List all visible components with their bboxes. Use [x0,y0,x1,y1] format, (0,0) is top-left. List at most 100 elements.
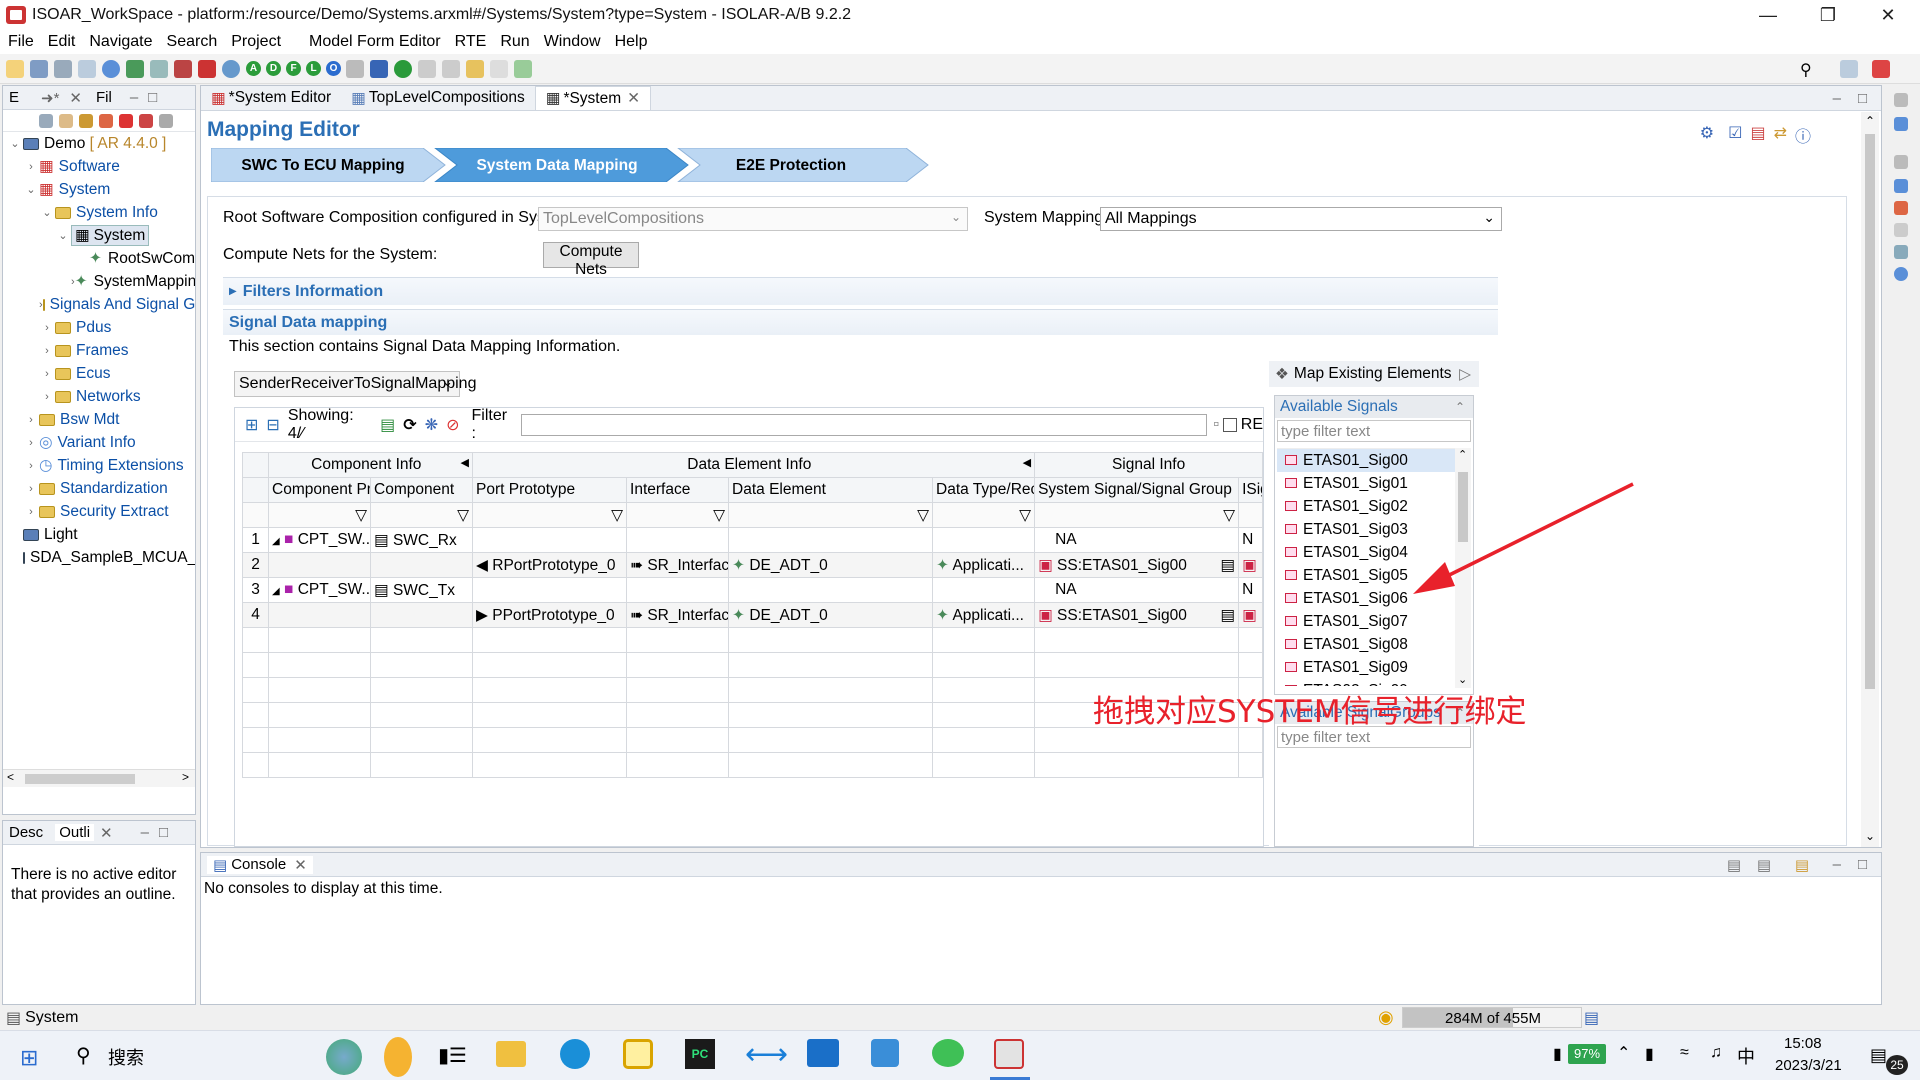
root-composition-select[interactable]: TopLevelCompositions ⌄ [538,207,968,231]
editor-scrollbar[interactable]: ⌃ ⌄ [1861,112,1879,847]
collapse-all-icon[interactable]: ⊟ [266,415,279,435]
menu-window[interactable]: Window [544,33,601,51]
group-component-info[interactable]: Component Info ◀ [267,452,474,478]
menu-file[interactable]: File [8,33,34,51]
no-entry-icon[interactable]: ⊘ [446,415,459,435]
file-explorer-icon[interactable] [496,1041,526,1067]
import-icon[interactable]: ⇄ [1774,123,1787,147]
clear-filter-icon[interactable]: ▫ [1213,416,1219,434]
ime-indicator[interactable]: 中 [1737,1043,1755,1069]
horizontal-scrollbar[interactable]: < > [3,769,195,787]
col-component-prototype[interactable]: Component Pr... [268,477,371,503]
minimize-icon[interactable]: – [141,824,149,841]
chevron-right-icon[interactable]: › [23,414,39,426]
menu-edit[interactable]: Edit [48,33,76,51]
close-window-button[interactable]: ✕ [1860,0,1916,30]
restore-icon[interactable] [1894,155,1908,169]
tree-light[interactable]: Light [3,523,195,546]
chevron-up-icon[interactable]: ⌃ [1865,114,1875,128]
document-icon[interactable] [1894,223,1908,237]
tab-outline[interactable]: Outli [55,824,95,841]
menu-search[interactable]: Search [167,33,218,51]
taskbar-search-label[interactable]: 搜索 [108,1044,144,1070]
list-item[interactable]: ETAS01_Sig03 [1277,518,1471,541]
funnel-icon[interactable]: ▽ [611,507,623,524]
chevron-right-icon[interactable]: › [39,368,55,380]
expand-all-icon[interactable]: ⊞ [245,415,258,435]
clock-date[interactable]: 2023/3/21 [1775,1057,1842,1074]
battery-plug-icon[interactable]: ▮ [1553,1044,1562,1064]
new-icon[interactable] [6,59,24,78]
tree-sda-sample[interactable]: SDA_SampleB_MCUA_TC3 [3,546,195,569]
scroll-right-icon[interactable]: > [182,770,189,784]
tab-toplevel-compositions[interactable]: ▦ TopLevelCompositions [341,86,535,110]
col-port-prototype[interactable]: Port Prototype [472,477,628,503]
group-data-element-info[interactable]: Data Element Info ◀ [472,452,1036,478]
weather-icon[interactable] [326,1039,362,1075]
perspective-icon[interactable] [1840,60,1858,78]
menu-rte[interactable]: RTE [455,33,487,51]
close-tab-icon[interactable]: ✕ [69,89,82,107]
chevron-up-icon[interactable]: ⌃ [1458,448,1467,461]
group-signal-info[interactable]: Signal Info [1034,452,1264,478]
arrow-right-icon[interactable] [490,59,508,78]
close-tab-icon[interactable]: ✕ [627,89,640,108]
save-icon[interactable] [30,59,48,78]
nav-forward-icon[interactable] [442,59,460,78]
display-console-icon[interactable]: ▤ [1757,856,1771,874]
filters-section-header[interactable]: ▶ Filters Information [223,277,1498,305]
chevron-right-icon[interactable]: › [23,506,39,518]
app-icon[interactable] [623,1039,653,1069]
battery-percent[interactable]: 97% [1568,1044,1606,1064]
scroll-thumb[interactable] [1865,134,1875,689]
crumb-e2e-protection[interactable]: E2E Protection [706,150,876,182]
system-mapping-select[interactable]: All Mappings ⌄ [1100,207,1502,231]
build-icon[interactable] [126,59,144,78]
maximize-icon[interactable]: □ [1858,90,1867,107]
list-item[interactable]: ETAS01_Sig04 [1277,541,1471,564]
isolar-icon[interactable] [994,1039,1024,1069]
refresh-icon[interactable]: ⟳ [403,415,416,435]
filter-cell[interactable]: ▽ [369,502,474,528]
tree-timing-extensions[interactable]: › ◷ Timing Extensions [3,454,195,477]
vscode-icon[interactable]: ⟷ [745,1037,788,1072]
list-item[interactable]: ETAS02_Sig09 [1277,679,1471,686]
refresh-icon[interactable] [139,113,153,128]
nav-back-icon[interactable] [418,59,436,78]
expand-icon[interactable]: ◢ [272,586,280,597]
tree-variant-info[interactable]: › ◎ Variant Info [3,431,195,454]
rte-icon[interactable] [370,59,388,78]
expand-icon[interactable]: ◢ [272,536,280,547]
compute-nets-button[interactable]: Compute Nets [543,242,639,278]
menu-help[interactable]: Help [615,33,648,51]
list-item[interactable]: ETAS01_Sig07 [1277,610,1471,633]
chevron-down-icon[interactable]: ⌄ [1865,829,1875,843]
filter-cell[interactable]: ▽ [472,502,628,528]
filter-cell[interactable]: ▽ [728,502,934,528]
moon-icon[interactable] [384,1037,412,1077]
available-signals-header[interactable]: Available Signals ⌃ [1275,396,1473,418]
mapping-type-select[interactable]: SenderReceiverToSignalMapping ⌄ [234,371,476,397]
tree-security-extract[interactable]: › Security Extract [3,500,195,523]
tree-system-node[interactable]: ⌄ ▦ System [3,224,195,247]
tree-software[interactable]: › ▦ Software [3,155,195,178]
funnel-icon[interactable]: ▽ [457,507,469,524]
chevron-down-icon[interactable]: ⌄ [442,374,453,390]
signals-scrollbar[interactable]: ⌃ ⌄ [1455,448,1471,688]
notification-icon[interactable]: ▤ [1870,1045,1887,1066]
pycharm-icon[interactable]: PC [685,1039,715,1069]
minimize-icon[interactable]: – [1833,90,1841,107]
tab-description[interactable]: Desc [9,824,43,841]
warning-icon[interactable]: ◉ [1378,1007,1394,1028]
close-tab-icon[interactable]: ✕ [100,824,113,842]
f-icon[interactable]: F [286,61,301,76]
maximize-icon[interactable]: □ [1858,856,1867,873]
funnel-icon[interactable]: ▽ [355,507,367,524]
book-icon[interactable] [1894,245,1908,259]
pin-console-icon[interactable]: ▤ [1727,856,1741,874]
globe-icon[interactable] [102,59,120,78]
search-tool-icon[interactable] [150,59,168,78]
open-perspective-icon[interactable] [514,59,532,78]
chevron-up-icon[interactable]: ⌃ [1617,1043,1630,1063]
d-icon[interactable]: D [266,61,281,76]
